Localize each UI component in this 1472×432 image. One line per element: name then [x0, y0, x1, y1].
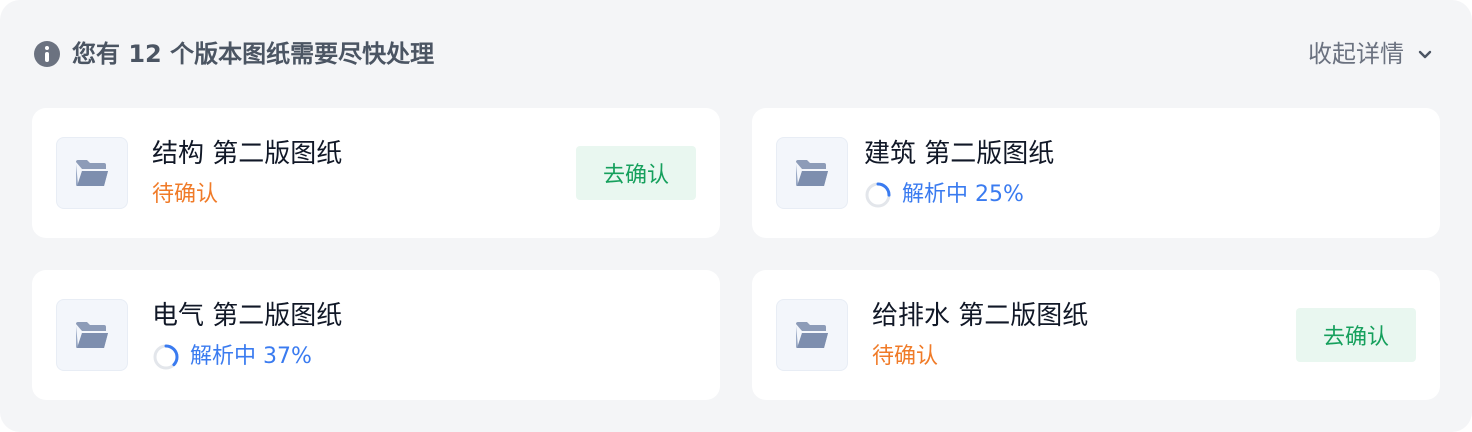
drawing-card-structure[interactable]: 结构 第二版图纸 待确认 去确认: [32, 108, 720, 238]
status-pending: 待确认: [872, 340, 938, 374]
status-text: 待确认: [152, 182, 219, 207]
card-title: 电气 第二版图纸: [152, 301, 343, 331]
info-icon: [34, 41, 60, 67]
status-text: 解析中 37%: [190, 344, 312, 369]
drawing-card-architecture[interactable]: 建筑 第二版图纸 解析中 25%: [752, 108, 1440, 238]
card-title: 结构 第二版图纸: [152, 139, 343, 169]
folder-icon: [56, 299, 128, 371]
collapse-details-toggle[interactable]: 收起详情: [1308, 32, 1440, 76]
status-parsing: 解析中 37%: [152, 340, 312, 374]
status-text: 解析中 25%: [902, 182, 1024, 207]
folder-icon: [776, 137, 848, 209]
collapse-details-label: 收起详情: [1308, 40, 1404, 68]
drawing-card-plumbing[interactable]: 给排水 第二版图纸 待确认 去确认: [752, 270, 1440, 400]
card-title: 给排水 第二版图纸: [872, 301, 1089, 331]
status-parsing: 解析中 25%: [864, 178, 1024, 212]
card-title: 建筑 第二版图纸: [864, 139, 1055, 169]
confirm-button[interactable]: 去确认: [576, 146, 696, 200]
chevron-down-icon: [1418, 50, 1432, 59]
panel-title: 您有 12 个版本图纸需要尽快处理: [72, 40, 435, 68]
spinner-icon: [153, 344, 179, 370]
folder-icon: [776, 299, 848, 371]
spinner-icon: [865, 182, 891, 208]
status-pending: 待确认: [152, 178, 218, 212]
status-text: 待确认: [872, 344, 939, 369]
pending-drawings-panel: 您有 12 个版本图纸需要尽快处理 收起详情 结构 第二版图纸 待确认 去确认: [0, 0, 1472, 432]
folder-icon: [56, 137, 128, 209]
drawing-card-electrical[interactable]: 电气 第二版图纸 解析中 37%: [32, 270, 720, 400]
confirm-button[interactable]: 去确认: [1296, 308, 1416, 362]
panel-header: 您有 12 个版本图纸需要尽快处理 收起详情: [32, 32, 1440, 76]
